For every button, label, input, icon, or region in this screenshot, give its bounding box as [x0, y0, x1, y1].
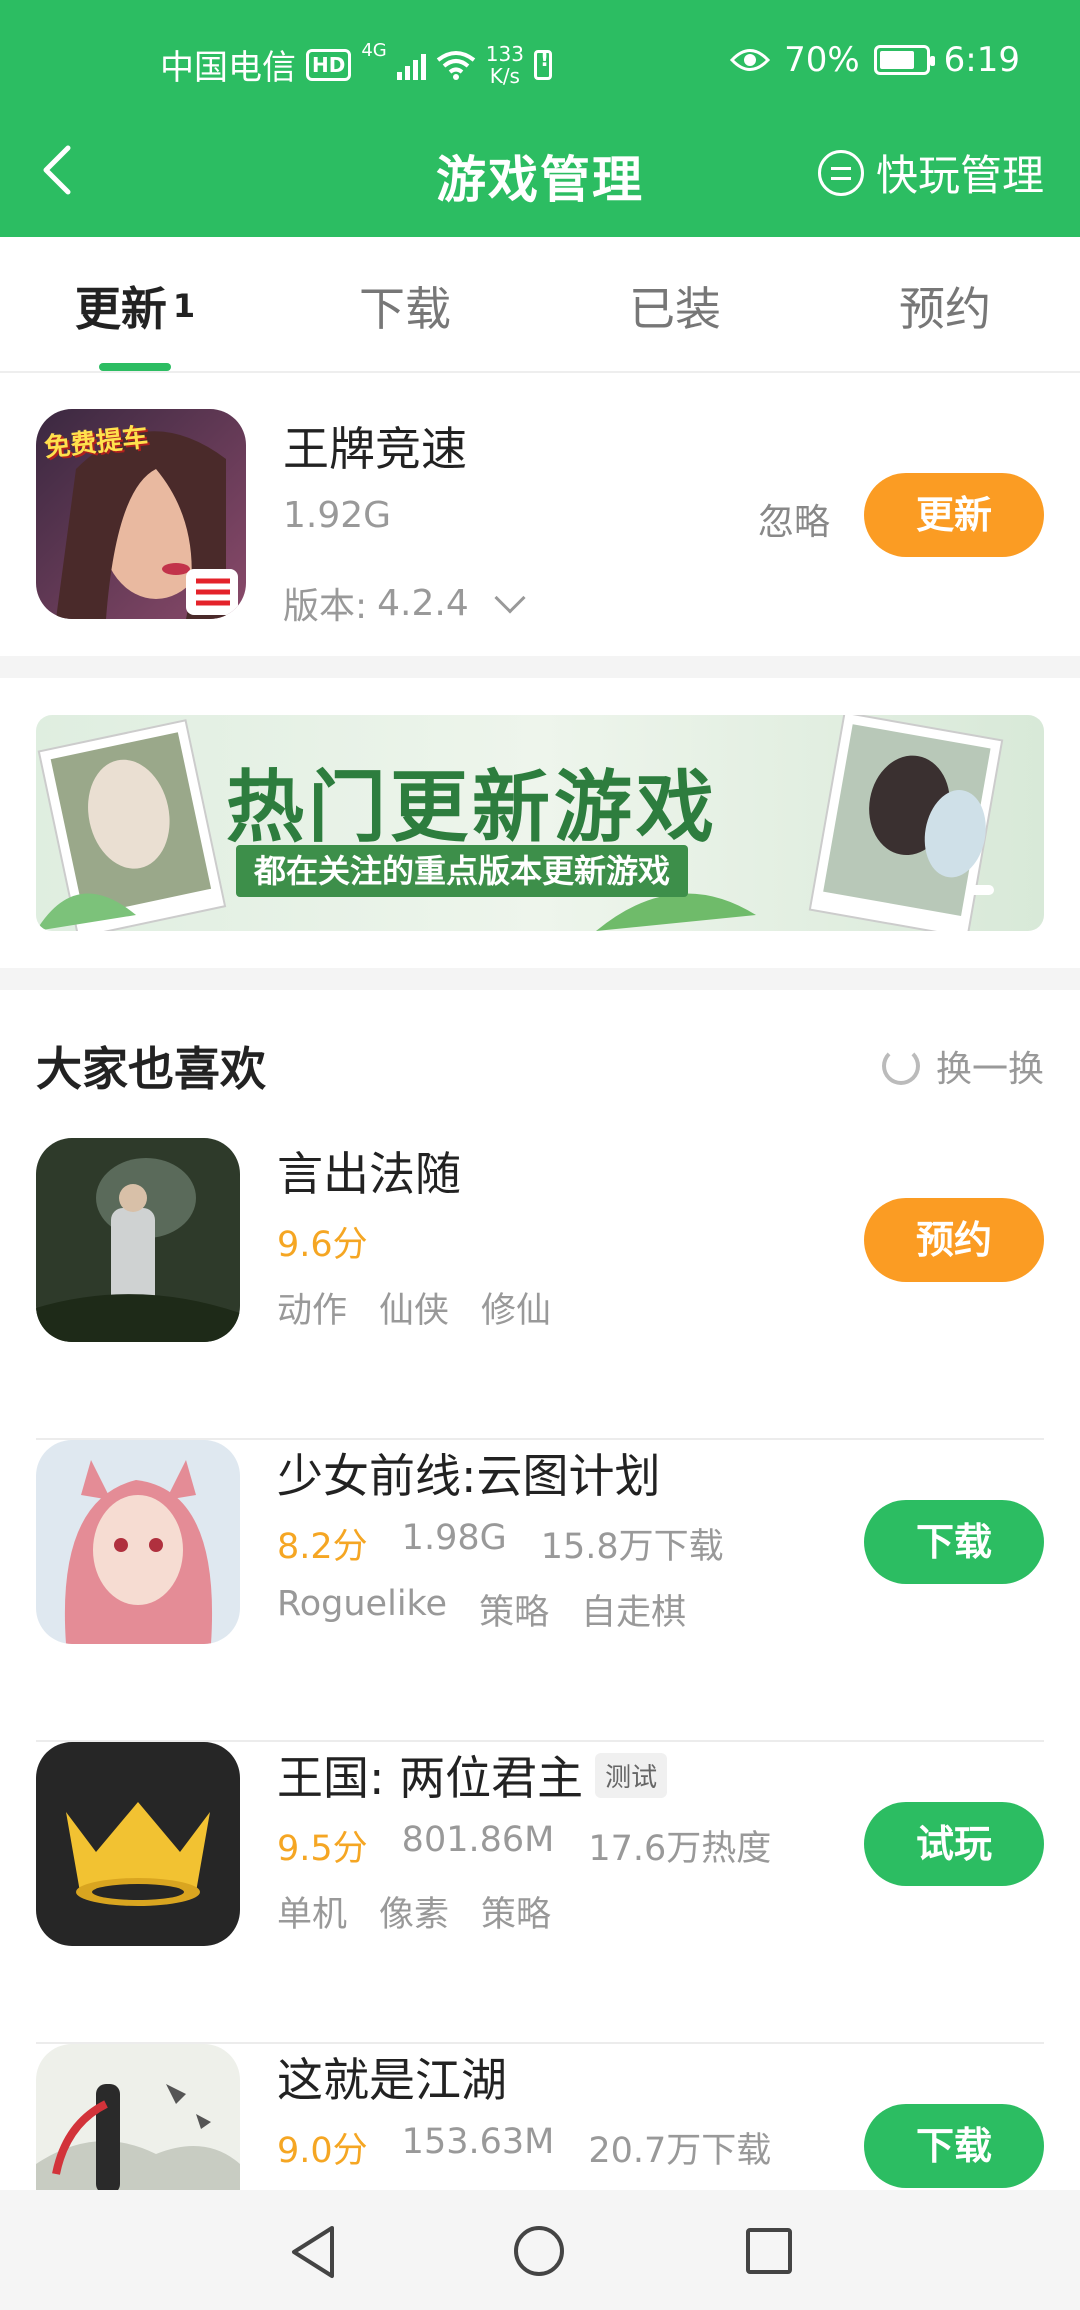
app-header: 中国电信 HD 4G 133K/s 70% 6:19 游戏管理 快玩管理	[0, 0, 1080, 237]
game-tag: 自走棋	[581, 1593, 687, 1633]
clock: 6:19	[943, 40, 1020, 80]
battery-icon	[873, 45, 935, 75]
reserve-button[interactable]: 预约	[864, 1198, 1044, 1282]
game-name: 这就是江湖	[277, 2053, 507, 2107]
game-icon	[36, 1742, 240, 1946]
game-name: 言出法随	[277, 1147, 461, 1201]
network-speed: 133 K/s	[485, 41, 524, 88]
game-name: 少女前线:云图计划	[277, 1449, 661, 1503]
status-bar: 中国电信 HD 4G 133K/s 70% 6:19	[0, 0, 1080, 120]
refresh-label: 换一换	[935, 1049, 1044, 1090]
update-count-badge: 1	[172, 287, 196, 325]
game-score: 9.0分	[277, 2131, 368, 2171]
carrier-name: 中国电信	[160, 48, 296, 88]
version-label: 版本:	[283, 586, 368, 627]
tab-update[interactable]: 更新 1	[0, 237, 270, 371]
download-button[interactable]: 下载	[864, 1500, 1044, 1584]
nav-home-icon[interactable]	[514, 2226, 564, 2276]
game-icon	[36, 1138, 240, 1342]
signal-icon	[396, 50, 426, 80]
game-size: 153.63M	[401, 2122, 555, 2162]
game-score: 9.5分	[277, 1829, 368, 1869]
game-tag: 策略	[481, 1895, 552, 1935]
quick-manage-button[interactable]: 快玩管理	[817, 142, 1044, 203]
list-item[interactable]: 言出法随 9.6分 动作 仙侠 修仙 预约	[0, 1138, 1080, 1440]
tab-download[interactable]: 下载	[270, 237, 540, 371]
network-type: 4G	[361, 40, 387, 61]
hot-update-banner[interactable]: 热门更新游戏 都在关注的重点版本更新游戏	[36, 715, 1044, 931]
game-size: 1.92G	[283, 495, 392, 536]
version-number: 4.2.4	[377, 582, 469, 624]
tab-installed[interactable]: 已装	[540, 237, 810, 371]
system-nav-bar	[0, 2190, 1080, 2310]
popularity: 17.6万热度	[588, 1829, 772, 1869]
active-tab-indicator	[99, 363, 171, 371]
nav-back-icon[interactable]	[288, 2224, 338, 2280]
section-title: 大家也喜欢	[36, 1042, 266, 1096]
section-divider	[0, 656, 1080, 678]
game-size: 1.98G	[401, 1518, 507, 1558]
wifi-icon	[436, 50, 475, 80]
version-toggle[interactable]: 版本: 4.2.4	[283, 577, 526, 629]
game-tag: 仙侠	[379, 1291, 450, 1331]
carousel-indicator	[968, 885, 994, 895]
eye-icon	[730, 49, 771, 71]
hd-icon: HD	[306, 48, 352, 81]
game-score: 9.6分	[277, 1225, 368, 1265]
tab-bar: 更新 1 下载 已装 预约	[0, 237, 1080, 373]
download-button[interactable]: 下载	[864, 2104, 1044, 2188]
game-tag: 单机	[277, 1895, 348, 1935]
switch-icon	[817, 149, 864, 196]
list-item[interactable]: 少女前线:云图计划 8.2分 1.98G 15.8万下载 Roguelike 策…	[0, 1440, 1080, 1742]
update-button[interactable]: 更新	[864, 473, 1044, 557]
refresh-button[interactable]: 换一换	[881, 1040, 1044, 1092]
banner-title: 热门更新游戏	[226, 762, 719, 853]
game-tag: 动作	[277, 1291, 348, 1331]
nav-recent-apps-icon[interactable]	[746, 2228, 792, 2274]
quick-manage-label: 快玩管理	[875, 151, 1044, 200]
banner-subtitle: 都在关注的重点版本更新游戏	[236, 845, 689, 897]
battery-percent: 70%	[784, 40, 860, 80]
game-score: 8.2分	[277, 1527, 368, 1567]
game-size: 801.86M	[401, 1820, 555, 1860]
game-tag: 策略	[479, 1593, 550, 1633]
section-divider	[0, 968, 1080, 990]
game-tag: 像素	[379, 1895, 450, 1935]
download-count: 20.7万下载	[588, 2131, 772, 2171]
title-bar: 游戏管理 快玩管理	[0, 120, 1080, 237]
chevron-down-icon	[494, 582, 526, 614]
ignore-button[interactable]: 忽略	[758, 493, 830, 545]
tab-reserved[interactable]: 预约	[810, 237, 1080, 371]
game-tag: Roguelike	[277, 1584, 448, 1624]
try-play-button[interactable]: 试玩	[864, 1802, 1044, 1886]
list-item[interactable]: 王国: 两位君主 测试 9.5分 801.86M 17.6万热度 单机 像素 策…	[0, 1742, 1080, 2044]
game-name: 王国: 两位君主	[277, 1751, 584, 1805]
game-tag: 修仙	[481, 1291, 552, 1331]
battery-alert-icon	[533, 47, 552, 80]
test-badge: 测试	[595, 1752, 668, 1798]
refresh-icon	[881, 1047, 920, 1085]
game-icon	[36, 1440, 240, 1644]
download-count: 15.8万下载	[540, 1527, 724, 1567]
update-item[interactable]: 王牌竞速 1.92G 版本: 4.2.4 忽略 更新	[0, 373, 1080, 656]
game-name: 王牌竞速	[283, 422, 467, 476]
